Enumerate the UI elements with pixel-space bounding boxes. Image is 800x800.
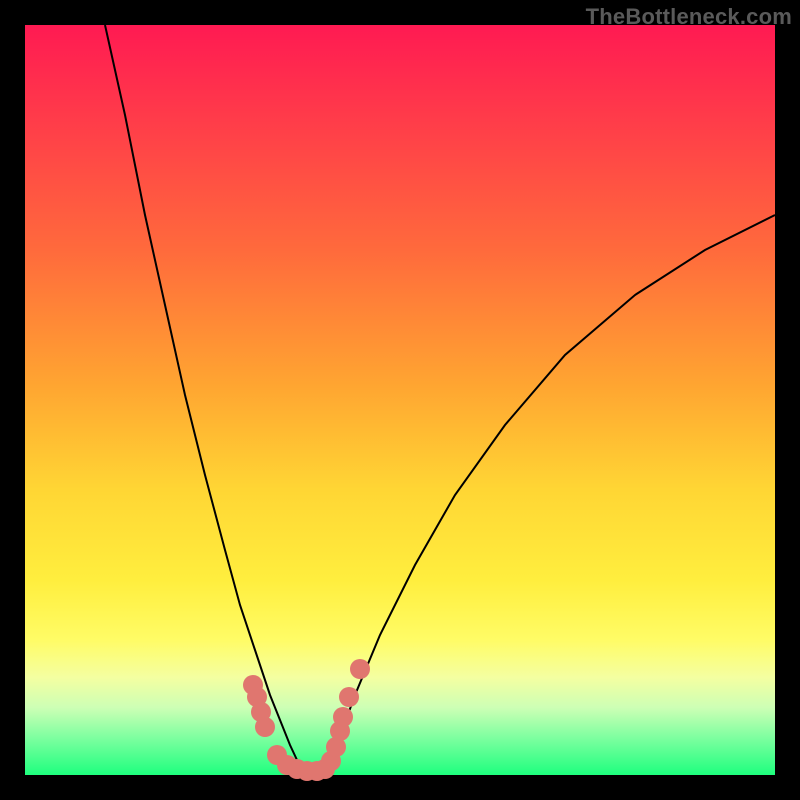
curve-left [105,25,305,770]
marker-cluster [243,659,370,781]
curve-layer [25,25,775,775]
marker-dot [350,659,370,679]
marker-dot [333,707,353,727]
marker-dot [339,687,359,707]
marker-dot [255,717,275,737]
curve-right [325,215,775,770]
outer-frame: TheBottleneck.com [0,0,800,800]
